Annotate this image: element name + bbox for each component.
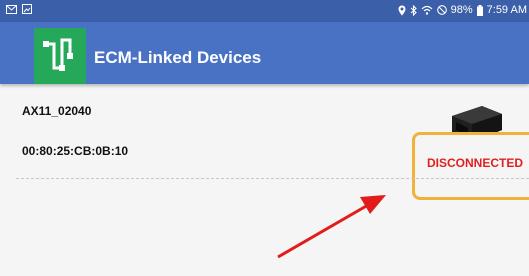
annotation-arrow-icon <box>277 195 386 259</box>
